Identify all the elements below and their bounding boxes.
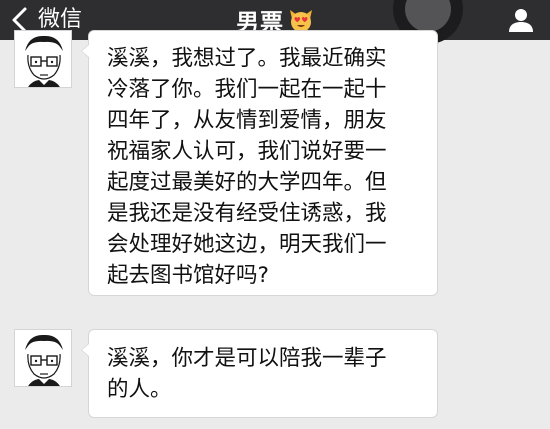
cartoon-face-icon: [15, 31, 71, 87]
message-line: 的人。: [107, 377, 172, 402]
chat-screen: 微信 男票 溪溪，我想过了。我最近确实 冷落了你。我们一起在一起十 四年了，从友…: [0, 0, 550, 429]
avatar[interactable]: [14, 329, 72, 387]
message-line: 溪溪，你才是可以陪我一辈子: [107, 346, 387, 371]
message-bubble[interactable]: 溪溪，我想过了。我最近确实 冷落了你。我们一起在一起十 四年了，从友情到爱情，朋…: [81, 30, 438, 296]
message-text: 溪溪，我想过了。我最近确实 冷落了你。我们一起在一起十 四年了，从友情到爱情，朋…: [107, 43, 387, 291]
message-bubble[interactable]: 溪溪，你才是可以陪我一辈子 的人。: [81, 329, 438, 418]
message-line: 起度过最美好的大学四年。但: [107, 170, 387, 195]
message-text: 溪溪，你才是可以陪我一辈子 的人。: [107, 343, 387, 405]
message-line: 是我还是没有经受住诱惑，我: [107, 201, 387, 226]
message-line: 祝福家人认可，我们说好要一: [107, 139, 387, 164]
message-line: 冷落了你。我们一起在一起十: [107, 77, 387, 102]
person-icon[interactable]: [506, 5, 536, 35]
message-line: 四年了，从友情到爱情，朋友: [107, 108, 387, 133]
cartoon-face-icon: [15, 330, 71, 386]
avatar[interactable]: [14, 30, 72, 88]
message-line: 会处理好她这边，明天我们一: [107, 232, 387, 257]
message-line: 起去图书馆好吗?: [107, 263, 269, 288]
message-line: 溪溪，我想过了。我最近确实: [107, 46, 387, 71]
